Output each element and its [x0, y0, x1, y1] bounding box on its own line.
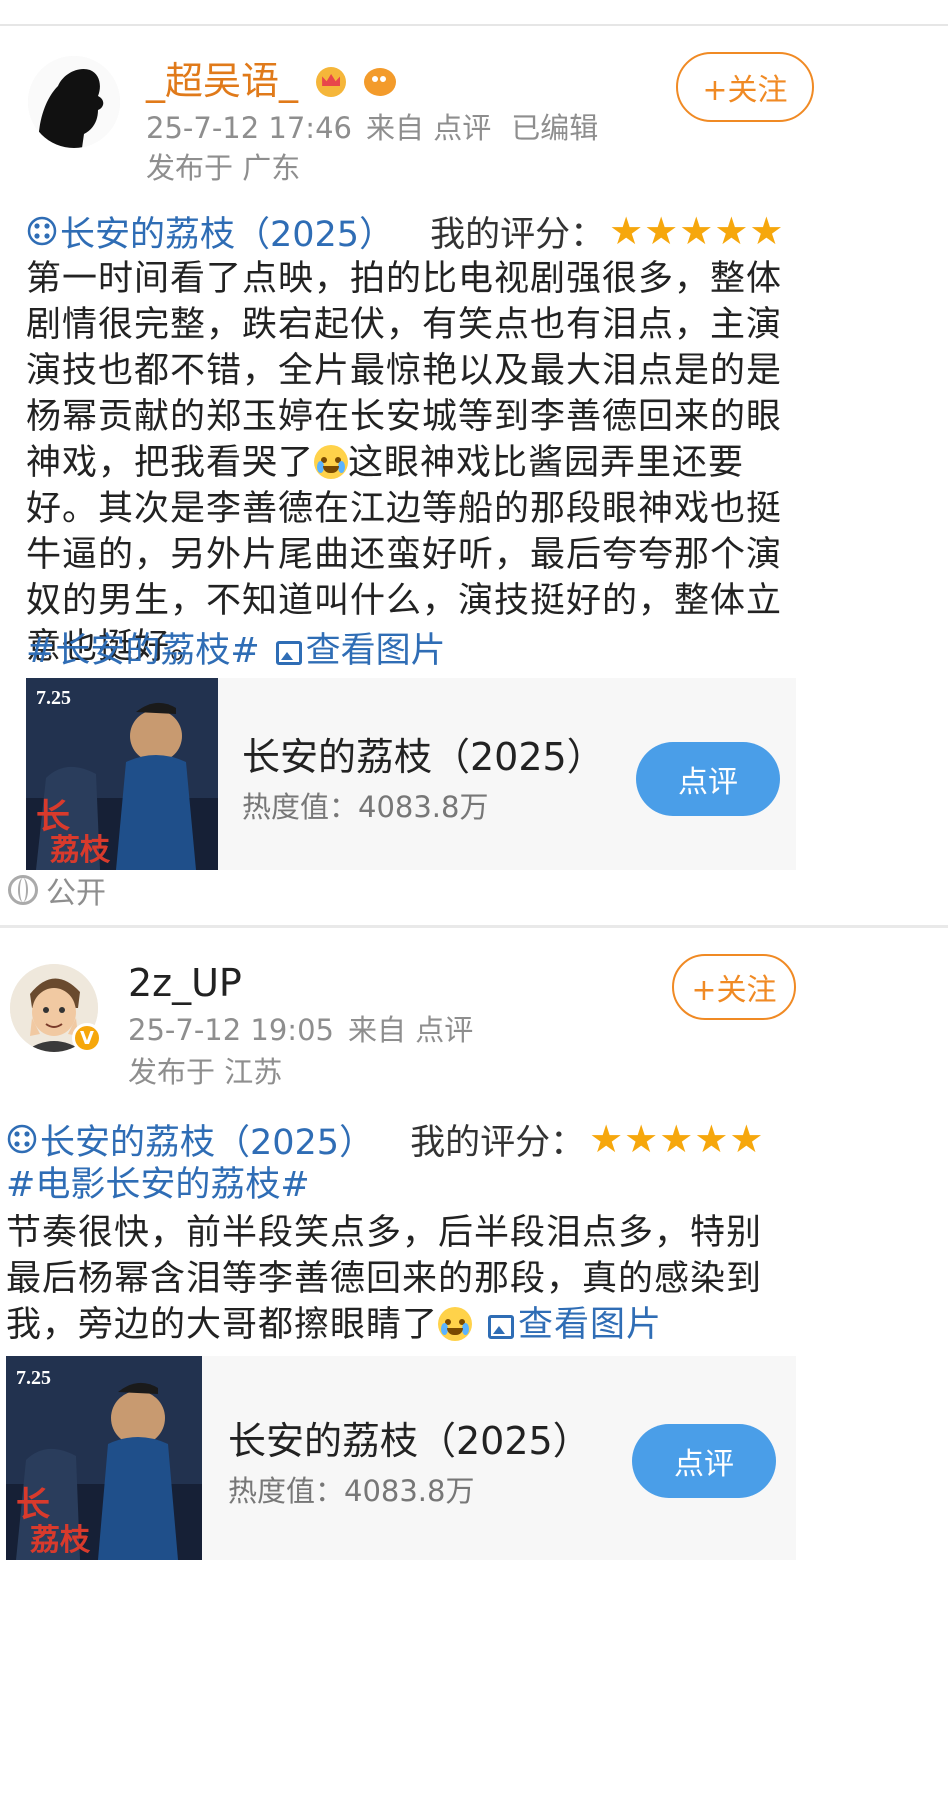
- view-images-label: 查看图片: [518, 1305, 663, 1345]
- post-divider: [0, 925, 948, 928]
- movie-link[interactable]: 长安的荔枝（2025）: [26, 206, 394, 257]
- fish-badge-icon: [364, 68, 397, 96]
- topic-tag[interactable]: #电影长安的荔枝#: [6, 1165, 310, 1205]
- username[interactable]: _超吴语_: [146, 58, 397, 104]
- edited-label: 已编辑: [511, 111, 599, 145]
- svg-text:荔枝: 荔枝: [30, 1524, 91, 1557]
- star-icon: ★: [589, 1117, 624, 1161]
- image-icon: [275, 641, 302, 665]
- post-2: V 2z_UP 25-7-12 19:05 来自 点评 发布于 江苏 +关注 长安…: [0, 930, 948, 1807]
- image-icon: [488, 1315, 515, 1339]
- star-icon: ★: [714, 209, 749, 253]
- rating-row: 长安的荔枝（2025） 我的评分： ★ ★ ★ ★ ★: [6, 1114, 764, 1164]
- star-icon: ★: [659, 1117, 694, 1161]
- movie-poster[interactable]: 7.25 长 荔枝: [26, 678, 218, 870]
- movie-link-text: 长安的荔枝（2025）: [40, 1122, 375, 1163]
- follow-button-label: +关注: [702, 73, 788, 108]
- svg-text:7.25: 7.25: [36, 687, 71, 709]
- poster-image: 7.25 长 荔枝: [6, 1356, 202, 1560]
- username[interactable]: 2z_UP: [128, 960, 242, 1006]
- crown-badge-icon: [316, 67, 347, 97]
- star-icon: ★: [694, 1117, 729, 1161]
- card-movie-title: 长安的荔枝（2025）: [242, 735, 605, 779]
- poster-image: 7.25 长 荔枝: [26, 678, 218, 870]
- score-label: 我的评分：: [430, 214, 606, 255]
- svg-text:长: 长: [16, 1486, 50, 1524]
- username-text: _超吴语_: [146, 59, 299, 103]
- visibility-label: 公开: [46, 876, 106, 911]
- post-text: 第一时间看了点映，拍的比电视剧强很多，整体剧情很完整，跌宕起伏，有笑点也有泪点，…: [26, 256, 786, 670]
- post-meta: 25-7-12 17:46 来自 点评 已编辑: [146, 110, 598, 146]
- view-images-label: 查看图片: [305, 631, 446, 671]
- svg-text:长: 长: [36, 798, 70, 836]
- star-icon: ★: [729, 1117, 764, 1161]
- verified-badge-icon: V: [72, 1023, 102, 1053]
- card-heat-value: 热度值：4083.8万: [228, 1474, 475, 1508]
- globe-icon: [8, 875, 38, 905]
- movie-card[interactable]: 7.25 长 荔枝 长安的荔枝（2025） 热度值：4083.8万 点评: [6, 1356, 796, 1560]
- post-time: 25-7-12 19:05: [128, 1013, 334, 1047]
- tag-line: #电影长安的荔枝#: [6, 1162, 310, 1208]
- avatar[interactable]: [28, 56, 120, 148]
- star-icon: ★: [624, 1117, 659, 1161]
- post-text: 节奏很快，前半段笑点多，后半段泪点多，特别最后杨幂含泪等李善德回来的那段，真的感…: [6, 1210, 796, 1348]
- post-location: 发布于 广东: [146, 151, 301, 185]
- card-heat-value: 热度值：4083.8万: [242, 790, 489, 824]
- post-meta: 25-7-12 19:05 来自 点评: [128, 1012, 473, 1048]
- post-1: _超吴语_ 25-7-12 17:46 来自 点评 已编辑 发布于 广东 +关注 长…: [0, 0, 948, 930]
- visibility: 公开: [8, 868, 106, 912]
- topic-tag[interactable]: #长安的荔枝#: [26, 631, 260, 671]
- movie-link-text: 长安的荔枝（2025）: [60, 214, 395, 255]
- laugh-cry-emoji-icon: [314, 445, 349, 479]
- post-source: 来自 点评: [365, 111, 492, 145]
- star-icon: ★: [679, 209, 714, 253]
- star-icon: ★: [609, 209, 644, 253]
- follow-button[interactable]: +关注: [676, 52, 814, 122]
- review-button[interactable]: 点评: [636, 742, 780, 816]
- view-images-link[interactable]: 查看图片: [275, 631, 446, 671]
- post-time: 25-7-12 17:46: [146, 111, 352, 145]
- rating-row: 长安的荔枝（2025） 我的评分： ★ ★ ★ ★ ★: [26, 206, 784, 256]
- review-button-label: 点评: [674, 1447, 734, 1482]
- crying-emoji-icon: [438, 1307, 473, 1341]
- svg-text:荔枝: 荔枝: [50, 834, 111, 867]
- review-button-label: 点评: [678, 765, 738, 800]
- svg-text:7.25: 7.25: [16, 1367, 51, 1389]
- movie-poster[interactable]: 7.25 长 荔枝: [6, 1356, 202, 1560]
- view-images-link[interactable]: 查看图片: [488, 1305, 662, 1345]
- post-source: 来自 点评: [347, 1013, 474, 1047]
- avatar-silhouette-icon: [28, 56, 120, 148]
- rating-stars: ★ ★ ★ ★ ★: [609, 212, 784, 250]
- username-text: 2z_UP: [128, 961, 242, 1005]
- post-location: 发布于 江苏: [128, 1055, 283, 1089]
- tag-line: #长安的荔枝# 查看图片: [26, 628, 446, 674]
- score-label: 我的评分：: [410, 1122, 586, 1163]
- follow-button-label: +关注: [691, 973, 777, 1008]
- rating-stars: ★ ★ ★ ★ ★: [589, 1120, 764, 1158]
- star-icon: ★: [644, 209, 679, 253]
- film-reel-icon: [27, 216, 57, 246]
- review-button[interactable]: 点评: [632, 1424, 776, 1498]
- movie-card[interactable]: 7.25 长 荔枝 长安的荔枝（2025） 热度值：4083.8万 点评: [26, 678, 796, 870]
- follow-button[interactable]: +关注: [672, 954, 796, 1020]
- film-reel-icon: [7, 1124, 37, 1154]
- star-icon: ★: [749, 209, 784, 253]
- card-movie-title: 长安的荔枝（2025）: [228, 1419, 591, 1463]
- movie-link[interactable]: 长安的荔枝（2025）: [6, 1114, 374, 1165]
